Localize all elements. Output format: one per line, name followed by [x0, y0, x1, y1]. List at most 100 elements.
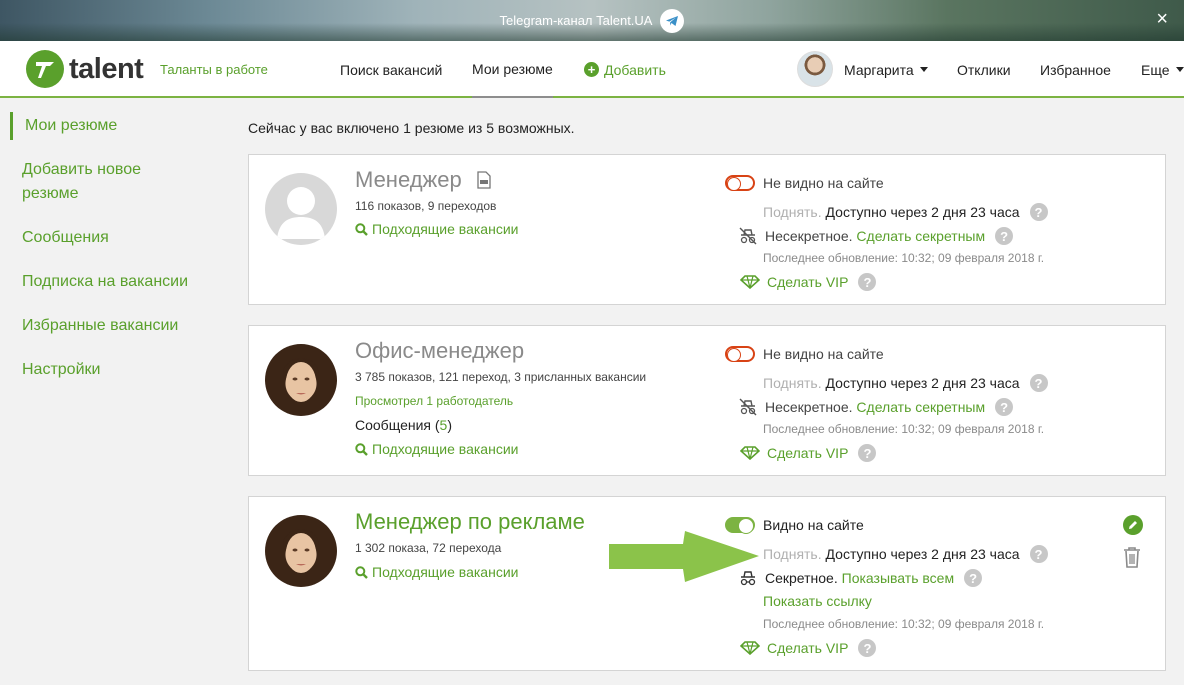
matching-vacancies-link[interactable]: Подходящие вакансии — [355, 221, 518, 237]
telegram-icon[interactable] — [660, 8, 685, 33]
tagline: Таланты в работе — [160, 62, 268, 77]
chevron-down-icon — [919, 67, 928, 72]
raise-availability: Доступно через 2 дня 23 часа — [825, 204, 1020, 220]
logo[interactable]: talent — [26, 50, 144, 88]
diamond-icon — [737, 275, 763, 289]
logo-word: talent — [69, 52, 144, 85]
show-to-all-link[interactable]: Показывать всем — [842, 570, 954, 586]
resume-photo — [265, 344, 337, 416]
search-icon — [355, 565, 368, 579]
matching-vacancies-link[interactable]: Подходящие вакансии — [355, 441, 518, 457]
search-icon — [355, 222, 368, 236]
last-updated: Последнее обновление: 10:32; 09 февраля … — [763, 422, 1045, 436]
diamond-icon — [737, 446, 763, 460]
sidebar-item-add-resume-line1: Добавить новое — [22, 161, 142, 178]
pdf-icon[interactable] — [477, 171, 491, 194]
visibility-status: Видно на сайте — [763, 517, 864, 533]
raise-row: Поднять. Доступно через 2 дня 23 часа ? — [763, 374, 1048, 392]
make-vip-link[interactable]: Сделать VIP — [767, 274, 848, 290]
sidebar-item-my-resumes[interactable]: Мои резюме — [10, 112, 220, 140]
nav-search-vacancies[interactable]: Поиск вакансий — [340, 41, 442, 98]
secrecy-row: Несекретное. Сделать секретным ? — [735, 227, 1014, 245]
visibility-toggle[interactable] — [725, 175, 755, 191]
make-vip-link[interactable]: Сделать VIP — [767, 640, 848, 656]
chevron-down-icon — [1175, 67, 1184, 72]
secrecy-row: Секретное. Показывать всем ? — [735, 569, 983, 587]
plus-icon: + — [584, 62, 599, 77]
annotation-arrow-icon — [609, 531, 759, 582]
secrecy-status: Секретное. — [765, 570, 838, 586]
raise-availability: Доступно через 2 дня 23 часа — [825, 375, 1020, 391]
raise-row: Поднять. Доступно через 2 дня 23 часа ? — [763, 545, 1048, 563]
avatar-placeholder — [265, 173, 337, 245]
help-icon[interactable]: ? — [995, 227, 1014, 245]
nav-my-resumes[interactable]: Мои резюме — [472, 41, 553, 98]
diamond-icon — [737, 641, 763, 655]
vip-row: Сделать VIP ? — [737, 639, 877, 657]
visibility-status: Не видно на сайте — [763, 175, 884, 191]
help-icon[interactable]: ? — [964, 569, 983, 587]
user-menu[interactable]: Маргарита — [844, 41, 928, 98]
sidebar-item-subscription[interactable]: Подписка на вакансии — [10, 270, 220, 294]
visibility-toggle-row[interactable]: Не видно на сайте — [725, 175, 884, 191]
raise-button[interactable]: Поднять. — [763, 375, 822, 391]
site-header: talent Таланты в работе Поиск вакансий М… — [0, 41, 1184, 98]
resume-title[interactable]: Менеджер — [355, 167, 462, 193]
help-icon[interactable]: ? — [1029, 203, 1048, 221]
nav-add[interactable]: + Добавить — [584, 41, 666, 98]
vip-row: Сделать VIP ? — [737, 273, 877, 291]
make-vip-link[interactable]: Сделать VIP — [767, 445, 848, 461]
visibility-toggle[interactable] — [725, 346, 755, 362]
resume-stats: 116 показов, 9 переходов — [355, 199, 497, 213]
search-icon — [355, 442, 368, 456]
last-updated: Последнее обновление: 10:32; 09 февраля … — [763, 617, 1045, 631]
help-icon[interactable]: ? — [995, 398, 1014, 416]
telegram-banner[interactable]: Telegram-канал Talent.UA × — [0, 0, 1184, 41]
edit-icon[interactable] — [1123, 515, 1143, 535]
nav-more[interactable]: Еще — [1141, 41, 1184, 98]
make-secret-link[interactable]: Сделать секретным — [856, 228, 985, 244]
sidebar-item-add-resume[interactable]: Добавить новое резюме — [10, 158, 220, 206]
secrecy-status: Несекретное. — [765, 228, 853, 244]
messages-link[interactable]: Сообщения (5) — [355, 417, 452, 433]
show-link-button[interactable]: Показать ссылку — [763, 593, 872, 609]
sidebar: Мои резюме Добавить новое резюме Сообщен… — [10, 112, 220, 382]
help-icon[interactable]: ? — [858, 273, 877, 291]
raise-button[interactable]: Поднять. — [763, 204, 822, 220]
banner-text[interactable]: Telegram-канал Talent.UA — [500, 13, 653, 28]
logo-icon — [26, 50, 64, 88]
resume-title[interactable]: Офис-менеджер — [355, 338, 524, 364]
resume-count-summary: Сейчас у вас включено 1 резюме из 5 возм… — [248, 120, 575, 136]
close-icon[interactable]: × — [1156, 9, 1168, 29]
resume-title[interactable]: Менеджер по рекламе — [355, 509, 585, 535]
sidebar-item-settings[interactable]: Настройки — [10, 358, 220, 382]
avatar[interactable] — [797, 51, 833, 87]
nav-add-label: Добавить — [604, 61, 666, 78]
sidebar-item-favorite-vacancies[interactable]: Избранные вакансии — [10, 314, 220, 338]
raise-button[interactable]: Поднять. — [763, 546, 822, 562]
raise-availability: Доступно через 2 дня 23 часа — [825, 546, 1020, 562]
sidebar-item-messages[interactable]: Сообщения — [10, 226, 220, 250]
nav-more-label: Еще — [1141, 61, 1170, 78]
help-icon[interactable]: ? — [858, 444, 877, 462]
nav-favorites[interactable]: Избранное — [1040, 41, 1111, 98]
help-icon[interactable]: ? — [1029, 545, 1048, 563]
sidebar-item-add-resume-line2: резюме — [22, 185, 79, 202]
make-secret-link[interactable]: Сделать секретным — [856, 399, 985, 415]
incognito-off-icon — [735, 227, 761, 245]
last-updated: Последнее обновление: 10:32; 09 февраля … — [763, 251, 1045, 265]
help-icon[interactable]: ? — [858, 639, 877, 657]
visibility-toggle-row[interactable]: Не видно на сайте — [725, 346, 884, 362]
resume-photo — [265, 515, 337, 587]
resume-stats: 1 302 показа, 72 перехода — [355, 541, 502, 555]
viewed-by-employer-link[interactable]: Просмотрел 1 работодатель — [355, 394, 513, 408]
resume-stats: 3 785 показов, 121 переход, 3 присланных… — [355, 370, 647, 384]
help-icon[interactable]: ? — [1029, 374, 1048, 392]
incognito-off-icon — [735, 398, 761, 416]
resume-card: Менеджер 116 показов, 9 переходов Подход… — [248, 154, 1166, 305]
nav-responses[interactable]: Отклики — [957, 41, 1011, 98]
secrecy-status: Несекретное. — [765, 399, 853, 415]
matching-vacancies-link[interactable]: Подходящие вакансии — [355, 564, 518, 580]
trash-icon[interactable] — [1123, 546, 1141, 568]
visibility-status: Не видно на сайте — [763, 346, 884, 362]
